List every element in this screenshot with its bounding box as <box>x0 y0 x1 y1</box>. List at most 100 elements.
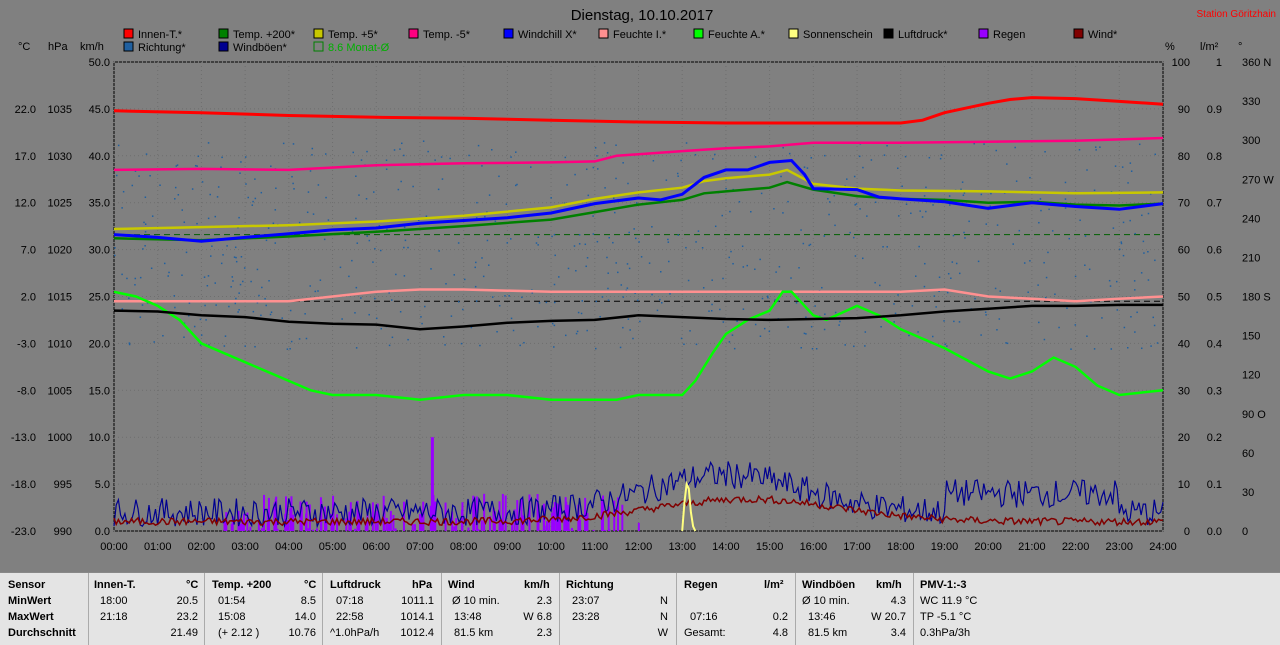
press-tick-label: 1010 <box>48 338 72 350</box>
x-tick-label: 21:00 <box>1018 541 1046 553</box>
hum-tick-label: 0 <box>1184 526 1190 538</box>
direction-dot <box>1113 227 1115 229</box>
boeen-avg-note: 81.5 km <box>808 627 847 639</box>
dir-tick-label: 240 <box>1242 213 1260 225</box>
pmv-avg: 0.3hPa/3h <box>920 627 970 639</box>
direction-dot <box>145 231 147 233</box>
direction-dot <box>859 156 861 158</box>
legend-label: Temp. +200* <box>233 29 296 41</box>
press-tick-label: 1020 <box>48 245 72 257</box>
direction-dot <box>803 243 805 245</box>
direction-dot <box>325 197 327 199</box>
x-tick-label: 07:00 <box>406 541 434 553</box>
direction-dot <box>283 143 285 145</box>
wind-axis-unit: km/h <box>80 41 104 53</box>
direction-dot <box>128 297 130 299</box>
direction-dot <box>236 261 238 263</box>
direction-dot <box>999 318 1001 320</box>
direction-dot <box>607 272 609 274</box>
rain-bar <box>453 526 455 531</box>
rain-bar <box>543 519 545 531</box>
rain-tick-label: 0.4 <box>1207 338 1222 350</box>
direction-dot <box>257 269 259 271</box>
direction-dot <box>996 329 998 331</box>
direction-dot <box>574 174 576 176</box>
direction-dot <box>824 235 826 237</box>
direction-dot <box>114 247 116 249</box>
direction-dot <box>1134 233 1136 235</box>
direction-dot <box>790 277 792 279</box>
direction-dot <box>228 306 230 308</box>
direction-dot <box>924 286 926 288</box>
direction-dot <box>167 275 169 277</box>
direction-dot <box>395 274 397 276</box>
legend-swatch <box>884 29 893 38</box>
direction-dot <box>275 209 277 211</box>
direction-dot <box>464 279 466 281</box>
legend-label: 8.6 Monat-Ø <box>328 42 390 54</box>
direction-dot <box>400 311 402 313</box>
direction-dot <box>576 333 578 335</box>
direction-dot <box>489 194 491 196</box>
direction-dot <box>884 154 886 156</box>
direction-dot <box>633 228 635 230</box>
direction-dot <box>574 245 576 247</box>
direction-dot <box>412 186 414 188</box>
druck-max: 1014.1 <box>386 611 434 623</box>
direction-dot <box>747 265 749 267</box>
direction-dot <box>1127 182 1129 184</box>
boeen-min-label: Ø 10 min. <box>802 595 850 607</box>
direction-dot <box>491 149 493 151</box>
direction-dot <box>1044 151 1046 153</box>
legend-label: Sonnenschein <box>803 29 873 41</box>
direction-dot <box>827 198 829 200</box>
direction-dot <box>1012 243 1014 245</box>
direction-dot <box>315 291 317 293</box>
direction-dot <box>552 323 554 325</box>
innen-min-time: 18:00 <box>100 595 128 607</box>
direction-dot <box>730 251 732 253</box>
direction-dot <box>732 263 734 265</box>
direction-dot <box>325 153 327 155</box>
direction-dot <box>1040 210 1042 212</box>
direction-dot <box>615 178 617 180</box>
direction-dot <box>232 280 234 282</box>
direction-dot <box>270 165 272 167</box>
direction-dot <box>685 247 687 249</box>
direction-dot <box>1111 348 1113 350</box>
direction-dot <box>351 260 353 262</box>
direction-dot <box>606 257 608 259</box>
direction-dot <box>252 201 254 203</box>
direction-dot <box>681 338 683 340</box>
direction-dot <box>121 207 123 209</box>
direction-dot <box>220 166 222 168</box>
direction-dot <box>853 237 855 239</box>
direction-dot <box>506 203 508 205</box>
direction-dot <box>226 245 228 247</box>
direction-dot <box>593 167 595 169</box>
direction-dot <box>742 246 744 248</box>
direction-dot <box>299 222 301 224</box>
direction-dot <box>1122 166 1124 168</box>
direction-dot <box>399 148 401 150</box>
direction-dot <box>539 302 541 304</box>
direction-dot <box>225 335 227 337</box>
direction-dot <box>481 257 483 259</box>
direction-dot <box>1065 182 1067 184</box>
direction-dot <box>712 158 714 160</box>
direction-dot <box>221 157 223 159</box>
direction-dot <box>168 272 170 274</box>
direction-dot <box>897 168 899 170</box>
direction-dot <box>404 275 406 277</box>
direction-dot <box>129 342 131 344</box>
direction-dot <box>1134 331 1136 333</box>
direction-dot <box>356 347 358 349</box>
direction-dot <box>142 248 144 250</box>
direction-dot <box>708 310 710 312</box>
direction-dot <box>210 255 212 257</box>
direction-dot <box>934 295 936 297</box>
direction-dot <box>1136 312 1138 314</box>
direction-dot <box>196 223 198 225</box>
direction-dot <box>952 261 954 263</box>
direction-dot <box>678 234 680 236</box>
